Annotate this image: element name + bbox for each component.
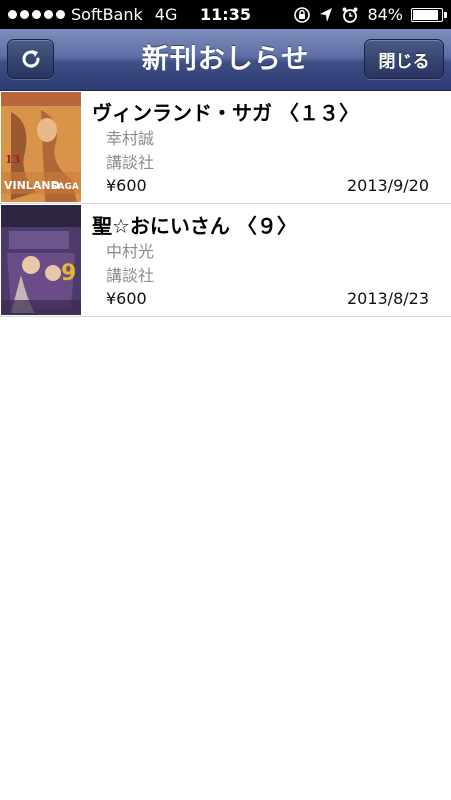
list-item[interactable]: 9 聖☆おにいさん 〈９〉 中村光 講談社 ¥600 2013/8/23 (0, 204, 451, 317)
book-author: 幸村誠 (106, 129, 155, 148)
book-release-date: 2013/9/20 (346, 176, 429, 195)
book-title: 聖☆おにいさん 〈９〉 (92, 214, 297, 238)
svg-text:SAGA: SAGA (51, 182, 79, 192)
book-cover-image: 9 (1, 205, 81, 315)
book-author: 中村光 (106, 242, 155, 261)
book-price: ¥600 (106, 176, 147, 195)
navigation-bar: 新刊おしらせ 閉じる (0, 29, 451, 91)
book-publisher: 講談社 (106, 266, 155, 285)
book-publisher: 講談社 (106, 153, 155, 172)
location-arrow-icon (320, 7, 333, 22)
alarm-icon (342, 7, 358, 23)
book-cover-image: 13 VINLAND SAGA (1, 92, 81, 202)
list-item[interactable]: 13 VINLAND SAGA ヴィンランド・サガ 〈１３〉 幸村誠 講談社 ¥… (0, 91, 451, 204)
status-right: 84% (293, 0, 447, 29)
svg-text:9: 9 (61, 261, 76, 286)
svg-text:13: 13 (5, 153, 20, 166)
close-button[interactable]: 閉じる (364, 39, 444, 79)
orientation-lock-icon (294, 6, 311, 23)
book-release-date: 2013/8/23 (346, 289, 429, 308)
status-bar: SoftBank 4G 11:35 84% (0, 0, 451, 29)
battery-icon (411, 7, 447, 22)
book-price: ¥600 (106, 289, 147, 308)
battery-percent: 84% (367, 5, 403, 24)
book-title: ヴィンランド・サガ 〈１３〉 (92, 101, 359, 125)
book-list: 13 VINLAND SAGA ヴィンランド・サガ 〈１３〉 幸村誠 講談社 ¥… (0, 91, 451, 317)
